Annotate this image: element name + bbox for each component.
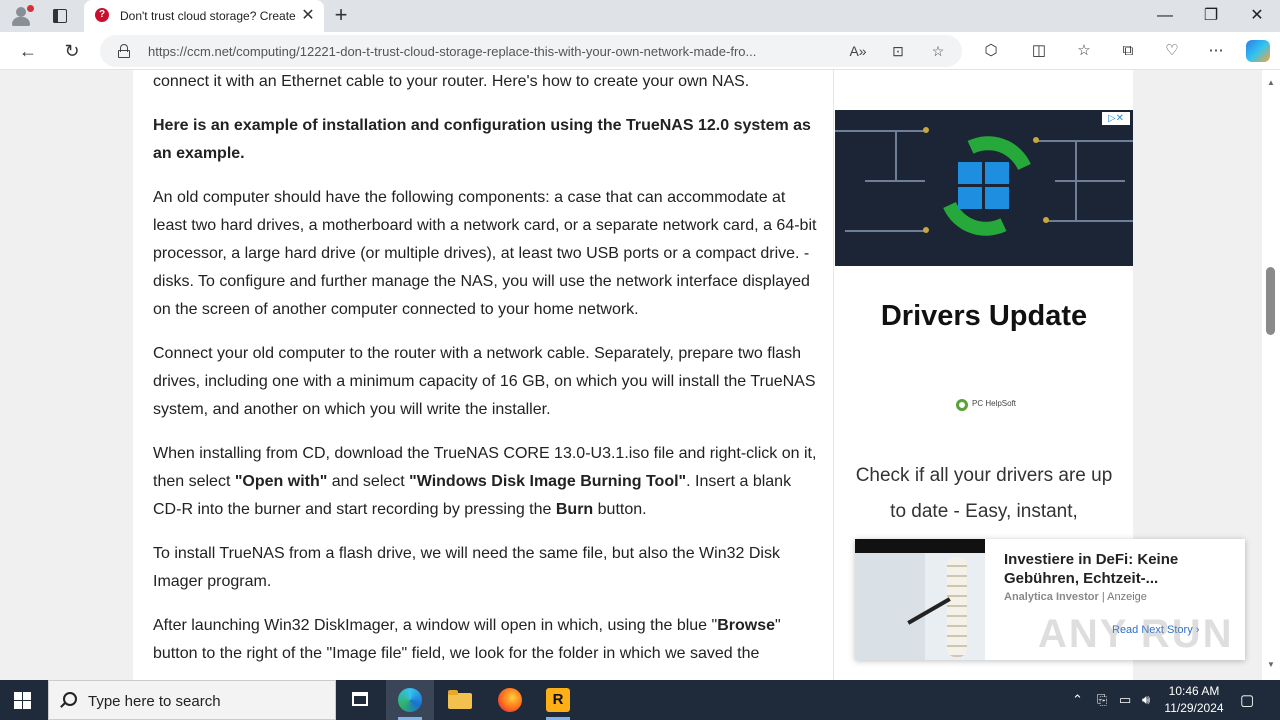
- pc-helpsoft-logo-icon: [956, 399, 968, 411]
- back-icon[interactable]: ←: [17, 40, 39, 62]
- page-scrollbar[interactable]: ▲ ▼: [1262, 70, 1280, 680]
- taskbar-clock[interactable]: 10:46 AM 11/29/2024: [1158, 683, 1230, 717]
- split-screen-icon[interactable]: ◫: [1028, 40, 1050, 62]
- ad-brand-name: PC HelpSoft: [972, 399, 1017, 408]
- tab-title: Don't trust cloud storage? Create: [120, 9, 296, 23]
- text-span: After launching Win32 DiskImager, a wind…: [153, 617, 718, 634]
- scroll-down-icon[interactable]: ▼: [1266, 660, 1276, 670]
- clock-time: 10:46 AM: [1168, 684, 1220, 698]
- search-placeholder: Type here to search: [88, 693, 221, 710]
- clock-date: 11/29/2024: [1164, 701, 1224, 715]
- search-icon: [63, 692, 77, 706]
- tab-actions-icon[interactable]: [50, 6, 70, 26]
- favorite-star-icon[interactable]: ☆: [928, 41, 948, 61]
- ad-copy[interactable]: Check if all your drivers are up to date…: [854, 458, 1114, 530]
- rockstar-launcher-icon[interactable]: R: [534, 680, 582, 720]
- tray-device-icon[interactable]: ⎘: [1097, 692, 1107, 708]
- ad-headline[interactable]: Drivers Update: [834, 300, 1134, 333]
- refresh-icon[interactable]: ↻: [61, 40, 83, 62]
- ccm-favicon-icon: ?: [95, 8, 109, 22]
- bold-span: Burn: [555, 501, 594, 518]
- minimize-button[interactable]: —: [1142, 0, 1188, 32]
- favorites-icon[interactable]: ☆: [1073, 40, 1095, 62]
- firefox-icon[interactable]: [486, 680, 534, 720]
- article-paragraph-bold: Here is an example of installation and c…: [153, 117, 811, 162]
- settings-menu-icon[interactable]: ⋯: [1205, 40, 1227, 62]
- address-bar[interactable]: https://ccm.net/computing/12221-don-t-tr…: [100, 35, 962, 67]
- profile-icon[interactable]: [10, 5, 34, 27]
- task-view-icon[interactable]: [336, 680, 384, 720]
- tab-close-icon[interactable]: ✕: [300, 8, 316, 24]
- maximize-button[interactable]: ❐: [1188, 0, 1234, 32]
- copilot-icon[interactable]: [1246, 40, 1270, 62]
- scrollbar-thumb[interactable]: [1266, 267, 1275, 335]
- taskbar: Type here to search R ⌃ ⎘ ▭ 🔊︎ 10:46 AM …: [0, 680, 1280, 720]
- windows-logo-icon: [958, 162, 1010, 210]
- article-body: connect it with an Ethernet cable to you…: [133, 70, 833, 680]
- collections-icon[interactable]: ⧉: [1117, 40, 1139, 62]
- text-span: and select: [327, 473, 410, 490]
- browser-toolbar: ← ↻ https://ccm.net/computing/12221-don-…: [0, 32, 1280, 70]
- article-paragraph: After launching Win32 DiskImager, a wind…: [153, 612, 818, 668]
- read-aloud-icon[interactable]: A»: [848, 41, 868, 61]
- notifications-icon[interactable]: ▢: [1240, 691, 1254, 709]
- scroll-up-icon[interactable]: ▲: [1266, 78, 1276, 88]
- file-explorer-icon[interactable]: [436, 680, 484, 720]
- taskbar-search-input[interactable]: Type here to search: [48, 680, 336, 720]
- lock-icon[interactable]: [118, 44, 130, 58]
- article-paragraph: An old computer should have the followin…: [153, 189, 817, 318]
- tray-chevron-icon[interactable]: ⌃: [1072, 692, 1083, 708]
- native-ad-label: Anzeige: [1107, 591, 1147, 603]
- window-close-button[interactable]: ✕: [1234, 0, 1280, 32]
- ad-brand[interactable]: PC HelpSoft: [954, 398, 1044, 412]
- ad-image[interactable]: [835, 110, 1133, 266]
- url-text[interactable]: https://ccm.net/computing/12221-don-t-tr…: [148, 44, 838, 59]
- volume-icon[interactable]: 🔊︎: [1142, 692, 1150, 708]
- ad-choices-icon[interactable]: ▷✕: [1102, 112, 1130, 125]
- native-ad-title[interactable]: Investiere in DeFi: Keine Gebühren, Echt…: [1004, 550, 1229, 588]
- bold-span: "Windows Disk Image Burning Tool": [409, 473, 687, 490]
- article-paragraph: When installing from CD, download the Tr…: [153, 440, 818, 524]
- extensions-icon[interactable]: ⬡: [980, 40, 1002, 62]
- new-tab-button[interactable]: +: [330, 4, 352, 27]
- native-ad-source: Analytica Investor | Anzeige: [1004, 591, 1147, 603]
- tab-active[interactable]: ? Don't trust cloud storage? Create ✕: [84, 0, 324, 32]
- tab-strip: ? Don't trust cloud storage? Create ✕ + …: [0, 0, 1280, 32]
- browser-essentials-icon[interactable]: ♡: [1161, 40, 1183, 62]
- native-ad-source-name: Analytica Investor: [1004, 591, 1099, 603]
- anyrun-watermark: ANY RUN: [1038, 612, 1234, 656]
- article-paragraph: To install TrueNAS from a flash drive, w…: [153, 545, 780, 590]
- native-ad-thumbnail[interactable]: [855, 539, 985, 660]
- article-paragraph: Connect your old computer to the router …: [153, 345, 816, 418]
- text-span: button.: [593, 501, 647, 518]
- bold-span: "Open with": [234, 473, 328, 490]
- bold-span: Browse: [717, 617, 775, 634]
- edge-taskbar-icon[interactable]: [386, 680, 434, 720]
- network-icon[interactable]: ▭: [1119, 692, 1131, 708]
- article-paragraph: connect it with an Ethernet cable to you…: [153, 73, 750, 90]
- windows-start-icon[interactable]: [14, 692, 31, 709]
- immersive-reader-icon[interactable]: ⊡: [888, 41, 908, 61]
